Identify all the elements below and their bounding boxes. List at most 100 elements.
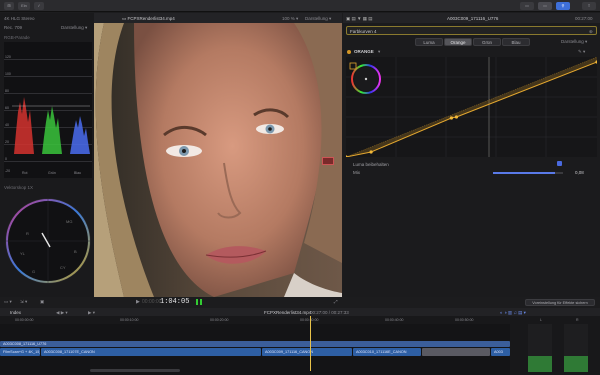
mix-slider[interactable] [493,172,563,174]
curve-control-point[interactable] [369,150,373,154]
inspector-tab-icons[interactable]: ▣ ▤ ▼ ▦ ▤ [346,16,372,22]
inspector-panel: ▣ ▤ ▼ ▦ ▤ A003C009_171116_U776 00:27:00 … [343,13,600,297]
inspector-footer: Voreinstellung für Effekte sichern [343,297,600,307]
luma-preserve-label: Luma beibehalten [353,162,389,167]
curve-control-point[interactable] [344,155,348,159]
layout-browser-button[interactable]: ▭ [520,2,534,10]
luma-preserve-checkbox[interactable] [557,161,562,166]
curve-control-point[interactable] [449,116,454,120]
mix-value[interactable]: 0,08 [575,170,584,175]
rgb-parade-scope: 120 100 80 60 40 20 0 -20 Rot Grün Blau [4,42,92,178]
parade-tick: 80 [5,89,9,93]
level-meter-icon [200,299,202,305]
timeline-clip[interactable]: A003 [491,348,510,356]
viewer-display-menu[interactable]: Darstellung ▾ [305,16,331,22]
timeline-nav-icons[interactable]: ◀ ▶ ▾ [56,310,68,316]
red-marker-icon [322,157,334,165]
inspector-time: 00:27:00 [575,16,593,21]
viewer-transport: ▶ 00:00:00 1:04:05 ⤢ [94,297,342,307]
share-button[interactable]: ⇪ [582,2,596,10]
ruler-tick: 00:00:10:00 [120,318,139,322]
index-tab[interactable]: Index [10,310,21,315]
inspector-display-menu[interactable]: Darstellung ▾ [561,39,587,45]
layout-timeline-button[interactable]: ▭ [538,2,552,10]
timeline-tools-icons[interactable]: ◐ ◑ ▥ ♫ ▤ ▾ [500,310,526,316]
parade-channel-label: Grün [48,171,56,175]
orange-swatch-icon [347,50,351,54]
curve-graph[interactable] [344,56,599,159]
snap-icon[interactable]: ⇲ ▾ [20,299,27,305]
save-effects-preset-button[interactable]: Voreinstellung für Effekte sichern [525,299,595,306]
parade-waveform [12,97,90,154]
ruler-tick: 00:00:00:00 [15,318,34,322]
timecode-prefix: 00:00:00 [142,299,162,305]
vs-letter-b: B [74,249,77,254]
inspector-title: A003C009_171116_U776 [447,16,499,21]
ruler-tick: 00:00:50:00 [455,318,474,322]
timeline-clip[interactable]: FilmScan+G + 4K_15_11 [0,348,40,356]
zoom-menu[interactable]: 100 % ▾ [282,16,298,22]
fullscreen-icon[interactable]: ⤢ [334,299,338,304]
browser-tools-icon[interactable]: ▭ ▾ [4,299,12,305]
keyword-button[interactable]: Ein [18,2,30,10]
vs-letter-yl: YL [20,251,26,256]
playhead[interactable] [310,316,311,371]
clip-icon[interactable]: ▣ [40,299,44,305]
timeline-panel: Index ◀ ▶ ▾ ▶ ▾ FCPXRenderlist34.mp4 00:… [0,308,600,375]
left-midbar: ▭ ▾ ⇲ ▾ ▣ [0,297,94,307]
viewer-title: ▭ FCPXRenderlist34.mp4 [122,16,175,21]
channel-name: ORANGE [354,49,374,54]
top-toolbar: ⊞ Ein ✓ ▭ ▭ ⚲ ⇪ [0,0,600,12]
vectorscope-label: Vektorskop 1X [4,185,36,190]
timeline-scrollbar[interactable] [90,369,180,372]
timeline-clip[interactable]: A003C008_171107E_CANON [41,348,261,356]
tab-blau[interactable]: Blau [502,38,530,46]
viewer-image [94,23,342,297]
level-meter-icon [196,299,198,305]
vs-letter-cy: CY [60,265,66,270]
select-tool-icon[interactable]: ▶ ▾ [88,310,95,316]
play-button[interactable]: ▶ [136,299,140,305]
timeline-clip[interactable]: A003C010_171116E_CANON [353,348,421,356]
vectorscope: R MG B CY G YL [5,198,91,284]
portrait-photo [94,23,342,297]
tab-gruen[interactable]: Grün [473,38,501,46]
tab-orange[interactable]: Orange [444,38,472,46]
effect-selector[interactable]: Farbkurven 4 ⊕ [346,26,597,35]
meter-left [528,324,552,372]
check-button[interactable]: ✓ [34,2,44,10]
color-space-label: Rec. 709 [4,25,23,30]
project-duration: 00:27:00 / 00:27:33 [310,309,349,315]
scopes-panel: 4K HLG Stereo Rec. 709 Darstellung ▾ RGB… [0,13,94,297]
audio-meters: L R [510,316,600,375]
import-button[interactable]: ⊞ [4,2,14,10]
timeline-clip[interactable]: A003C009_171116_CANON [262,348,352,356]
parade-channel-label: Rot [22,171,28,175]
chevron-down-icon[interactable]: ▾ [378,49,380,55]
tab-luma[interactable]: Luma [415,38,443,46]
ruler-tick: 00:00:40:00 [385,318,404,322]
curve-control-point[interactable] [454,115,459,119]
parade-tick: 0 [5,157,7,161]
parade-tick: 60 [5,106,9,110]
scope-display-menu[interactable]: Darstellung ▾ [61,25,87,31]
timeline-clip[interactable] [422,348,490,356]
ruler-tick: 00:00:20:00 [210,318,229,322]
connected-clip[interactable]: A003C008_171116_U776 [0,341,510,347]
meter-label-l: L [540,318,542,322]
timecode-display: 1:04:05 [160,298,190,306]
inspector-toggle-button[interactable]: ⚲ [556,2,570,10]
meter-right [564,324,588,372]
mix-label: Mix [353,170,360,175]
vs-letter-g: G [32,269,35,274]
project-name: FCPXRenderlist34.mp4 [264,309,312,315]
audio-format-label: 4K HLG Stereo [4,16,35,21]
vs-letter-mg: MG [66,219,72,224]
rgb-parade-label: RGB-Parade [4,35,30,40]
parade-channel-label: Blau [74,171,82,175]
meter-label-r: R [576,318,579,322]
parade-tick: 20 [5,140,9,144]
timeline-header: Index ◀ ▶ ▾ ▶ ▾ FCPXRenderlist34.mp4 00:… [0,308,600,316]
curve-editor[interactable] [344,56,599,159]
eyedropper-icon[interactable]: ✎ ▾ [578,49,585,55]
